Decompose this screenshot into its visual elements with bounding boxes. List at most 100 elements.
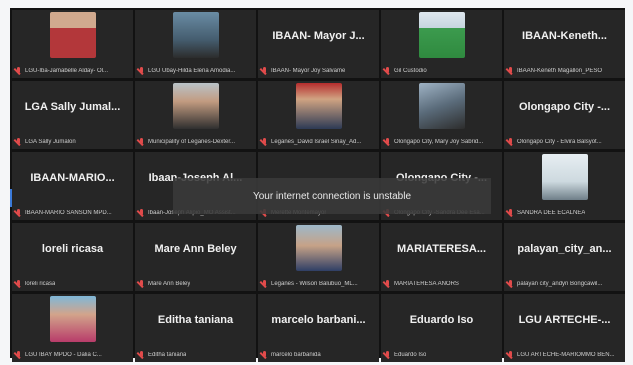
participant-name-bar: MARIATERESA ANORS [381, 277, 502, 291]
mic-muted-icon [507, 279, 514, 289]
mic-muted-icon [384, 66, 391, 76]
mic-muted-icon [261, 137, 268, 147]
connection-warning-toast: Your internet connection is unstable [173, 178, 491, 214]
mic-muted-icon [384, 279, 391, 289]
participant-display-name: Mare Ann Beley [154, 243, 237, 255]
participant-tile[interactable]: LGU Ubay-Hilda Elena Amodia... [135, 10, 256, 78]
participant-name-bar: palayan city_andyn Bongcawil... [504, 277, 625, 291]
participant-label: Leganes_David Israel Sinay_Ad... [271, 139, 362, 145]
participant-name-bar: Editha taniana [135, 348, 256, 362]
connection-warning-text: Your internet connection is unstable [252, 190, 412, 202]
participant-tile[interactable]: Leganes - Wilson Balubuo_ML... [258, 223, 379, 291]
participant-label: LGU-Iba-Jamabelle Alday- Ol... [25, 68, 109, 74]
participant-name-bar: LGU IBAY MPDO - Dalia C... [12, 348, 133, 362]
participant-name-bar: Mare Ann Beley [135, 277, 256, 291]
participant-tile[interactable]: LGU-Iba-Jamabelle Alday- Ol... [12, 10, 133, 78]
participant-name-bar: LGA Sally Jumalon [12, 135, 133, 149]
participant-display-name: marcelo barbani... [271, 314, 366, 326]
participant-tile[interactable]: SANDRA DEE ECALNEA [504, 152, 625, 220]
participant-video [172, 83, 219, 129]
participant-label: Leganes - Wilson Balubuo_ML... [271, 281, 358, 287]
participant-display-name: Olongapo City -... [518, 101, 611, 113]
participant-tile[interactable]: IBAAN-MARIO... IBAAN-MARIO SANSON MPD... [12, 152, 133, 220]
participant-name-bar: LGU Ubay-Hilda Elena Amodia... [135, 64, 256, 78]
mic-muted-icon [15, 208, 22, 218]
participant-name-bar: Municipality of Leganes-Dexter... [135, 135, 256, 149]
participant-tile[interactable]: Leganes_David Israel Sinay_Ad... [258, 81, 379, 149]
mic-muted-icon [261, 279, 268, 289]
participant-video [541, 154, 588, 200]
participant-label: Eduardo Iso [394, 352, 427, 358]
participant-label: LGA Sally Jumalon [25, 139, 76, 145]
participant-label: Olongapo City, Mary Joy Sabrid... [394, 139, 484, 145]
participant-tile[interactable]: IBAAN-Keneth... IBAAN-Keneth Magallon_PES… [504, 10, 625, 78]
mic-muted-icon [138, 279, 145, 289]
participant-display-name: Eduardo Iso [409, 314, 474, 326]
mic-muted-icon [507, 208, 514, 218]
mic-muted-icon [261, 66, 268, 76]
participant-tile[interactable]: Editha taniana Editha taniana [135, 294, 256, 362]
participant-display-name: LGU ARTECHE-... [518, 314, 611, 326]
participant-label: IBAAN- Mayor Joy Salvame [271, 68, 346, 74]
participant-label: loreli ricasa [25, 281, 56, 287]
participant-display-name: palayan_city_an... [517, 243, 612, 255]
mic-muted-icon [15, 350, 22, 360]
participant-display-name: IBAAN- Mayor J... [272, 30, 365, 42]
participant-video [49, 296, 96, 342]
participant-label: SANDRA DEE ECALNEA [517, 210, 586, 216]
participant-tile[interactable]: Olongapo City -... Olongapo City - Elvira… [504, 81, 625, 149]
participant-name-bar: Leganes - Wilson Balubuo_ML... [258, 277, 379, 291]
participant-name-bar: Olongapo City - Elvira Balsyot... [504, 135, 625, 149]
participant-tile[interactable]: MARIATERESA... MARIATERESA ANORS [381, 223, 502, 291]
participant-display-name: loreli ricasa [41, 243, 104, 255]
participant-video [49, 12, 96, 58]
participant-name-bar: IBAAN-MARIO SANSON MPD... [12, 206, 133, 220]
participant-tile[interactable]: IBAAN- Mayor J... IBAAN- Mayor Joy Salvam… [258, 10, 379, 78]
participant-label: Gil Custodio [394, 68, 427, 74]
participant-tile[interactable]: Municipality of Leganes-Dexter... [135, 81, 256, 149]
participant-name-bar: Olongapo City, Mary Joy Sabrid... [381, 135, 502, 149]
participant-name-bar: Leganes_David Israel Sinay_Ad... [258, 135, 379, 149]
participant-display-name: Editha taniana [157, 314, 234, 326]
participant-tile[interactable]: LGU IBAY MPDO - Dalia C... [12, 294, 133, 362]
mic-muted-icon [384, 137, 391, 147]
mic-muted-icon [507, 137, 514, 147]
participant-tile[interactable]: Eduardo Iso Eduardo Iso [381, 294, 502, 362]
participant-tile[interactable]: palayan_city_an...palayan city_andyn Bon… [504, 223, 625, 291]
mic-muted-icon [507, 350, 514, 360]
mic-muted-icon [138, 208, 145, 218]
participant-tile[interactable]: Mare Ann Beley Mare Ann Beley [135, 223, 256, 291]
mic-muted-icon [138, 137, 145, 147]
participant-label: IBAAN-Keneth Magallon_PESO [517, 68, 603, 74]
participant-name-bar: IBAAN- Mayor Joy Salvame [258, 64, 379, 78]
participant-label: palayan city_andyn Bongcawil... [517, 281, 603, 287]
participant-display-name: IBAAN-Keneth... [522, 30, 607, 42]
participant-name-bar: LGU ARTECHE-MARIOMMO BEN... [504, 348, 625, 362]
participant-label: marcelo barbanida [271, 352, 321, 358]
participant-name-bar: LGU-Iba-Jamabelle Alday- Ol... [12, 64, 133, 78]
participant-name-bar: Eduardo Iso [381, 348, 502, 362]
participant-tile[interactable]: Gil Custodio [381, 10, 502, 78]
mic-muted-icon [15, 279, 22, 289]
mic-muted-icon [138, 66, 145, 76]
participant-label: Editha taniana [148, 352, 187, 358]
mic-muted-icon [384, 350, 391, 360]
participant-display-name: IBAAN-MARIO... [30, 172, 115, 184]
participant-name-bar: SANDRA DEE ECALNEA [504, 206, 625, 220]
participant-label: LGU ARTECHE-MARIOMMO BEN... [517, 352, 615, 358]
video-gallery: LGU-Iba-Jamabelle Alday- Ol... LGU Ubay-H… [10, 8, 625, 362]
participant-tile[interactable]: marcelo barbani... marcelo barbanida [258, 294, 379, 362]
mic-muted-icon [507, 66, 514, 76]
participant-name-bar: marcelo barbanida [258, 348, 379, 362]
participant-tile[interactable]: LGA Sally Jumal... LGA Sally Jumalon [12, 81, 133, 149]
participant-display-name: MARIATERESA... [396, 243, 487, 255]
participant-video [295, 225, 342, 271]
participant-tile[interactable]: Olongapo City, Mary Joy Sabrid... [381, 81, 502, 149]
participant-label: Municipality of Leganes-Dexter... [148, 139, 236, 145]
participant-name-bar: loreli ricasa [12, 277, 133, 291]
participant-label: IBAAN-MARIO SANSON MPD... [25, 210, 112, 216]
participant-tile[interactable]: loreli ricasa loreli ricasa [12, 223, 133, 291]
participant-display-name: LGA Sally Jumal... [24, 101, 121, 113]
participant-name-bar: Gil Custodio [381, 64, 502, 78]
participant-tile[interactable]: LGU ARTECHE-... LGU ARTECHE-MARIOMMO BEN.… [504, 294, 625, 362]
